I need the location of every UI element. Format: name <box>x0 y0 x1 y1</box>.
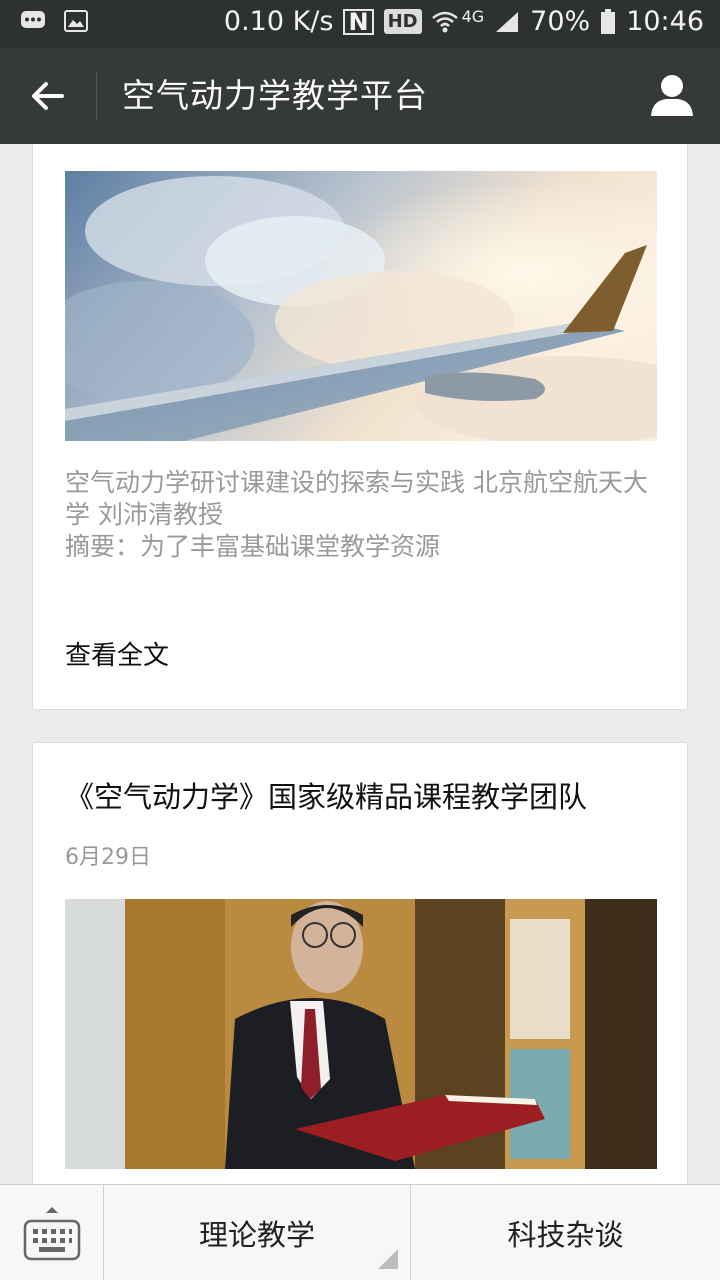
keyboard-icon <box>23 1207 81 1261</box>
back-arrow-icon <box>32 82 64 110</box>
menu-tech-talk[interactable]: 科技杂谈 <box>411 1185 720 1280</box>
image-icon <box>64 10 88 32</box>
menu-theory-teaching[interactable]: 理论教学 <box>104 1185 411 1280</box>
status-left <box>20 10 88 32</box>
article-summary: 空气动力学研讨课建设的探索与实践 北京航空航天大学 刘沛清教授 摘要：为了丰富基… <box>65 468 648 561</box>
article-title[interactable]: 《空气动力学》国家级精品课程教学团队 <box>65 777 587 817</box>
menu-label: 科技杂谈 <box>507 1218 624 1252</box>
bottom-menu-bar: 理论教学 科技杂谈 <box>0 1184 720 1280</box>
hd-badge: HD <box>383 9 422 34</box>
battery-icon <box>601 8 616 34</box>
app-bar: 空气动力学教学平台 <box>0 48 720 144</box>
battery-level: 70% <box>530 6 591 37</box>
article-card[interactable]: 《空气动力学》国家级精品课程教学团队 6月29日 <box>32 742 688 1184</box>
status-bar: 0.10 K/s N HD 4G 70% 10:46 <box>0 0 720 48</box>
back-button[interactable] <box>24 72 72 120</box>
article-date: 6月29日 <box>65 845 151 870</box>
professor-image <box>65 899 657 1169</box>
nfc-icon: N <box>343 8 374 35</box>
status-right: 0.10 K/s N HD 4G 70% 10:46 <box>224 6 704 37</box>
profile-button[interactable] <box>648 70 696 120</box>
read-more-link[interactable]: 查看全文 <box>65 635 169 672</box>
article-feed[interactable]: 空气动力学研讨课建设的探索与实践 北京航空航天大学 刘沛清教授 摘要：为了丰富基… <box>0 144 720 1184</box>
app-bar-divider <box>96 72 97 120</box>
message-icon <box>21 11 45 28</box>
submenu-indicator-icon <box>378 1249 398 1269</box>
menu-label: 理论教学 <box>198 1218 315 1252</box>
clock: 10:46 <box>626 6 704 37</box>
airplane-wing-image <box>65 171 657 441</box>
network-type: 4G <box>461 7 485 26</box>
keyboard-toggle-button[interactable] <box>0 1185 104 1280</box>
wifi-icon <box>431 11 458 32</box>
network-speed: 0.10 K/s <box>223 6 334 37</box>
page-title: 空气动力学教学平台 <box>122 76 428 115</box>
user-profile-icon <box>651 75 693 116</box>
article-card[interactable]: 空气动力学研讨课建设的探索与实践 北京航空航天大学 刘沛清教授 摘要：为了丰富基… <box>32 144 688 710</box>
signal-icon <box>496 11 519 32</box>
